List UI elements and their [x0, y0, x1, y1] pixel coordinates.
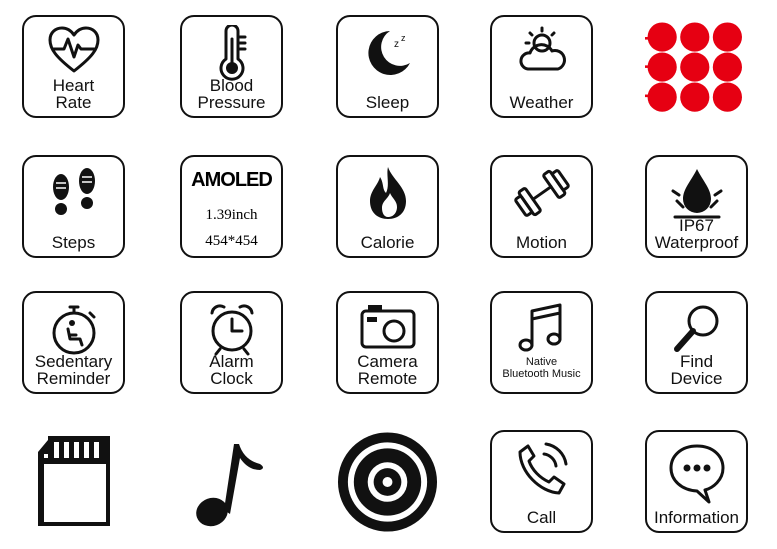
alarm-clock-icon [182, 301, 281, 357]
feature-tile: Find Device [645, 291, 748, 394]
amoled-size: 1.39inch [205, 207, 258, 223]
tile-label: Motion [515, 233, 568, 252]
tile-label: Heart Rate [52, 76, 95, 112]
tile-label: Information [653, 508, 740, 527]
feature-tile: Motion [490, 155, 593, 258]
water-drop-icon [647, 165, 746, 221]
watermark-logo [645, 15, 748, 118]
dumbbell-icon [492, 165, 591, 221]
feature-tile: z z Sleep [336, 15, 439, 118]
amoled-title: AMOLED [191, 169, 273, 191]
moon-sleep-icon: zz [338, 25, 437, 81]
tile-label: Find Device [670, 352, 723, 388]
svg-text:z: z [394, 39, 399, 50]
feature-tile: Camera Remote [336, 291, 439, 394]
tile-label: Native Bluetooth Music [502, 356, 581, 380]
stopwatch-seat-icon [24, 301, 123, 357]
vinyl-disc-icon [336, 430, 439, 533]
tile-label: Weather [509, 93, 574, 112]
tile-label: Alarm Clock [209, 352, 254, 388]
watermark-logo [645, 15, 748, 118]
music-notes-icon [492, 301, 591, 357]
feature-tile: IP67 Waterproof [645, 155, 748, 258]
feature-tile: AMOLED 1.39inch 454*454 [180, 155, 283, 258]
magnifier-icon [647, 301, 746, 357]
feature-tile: Calorie [336, 155, 439, 258]
feature-tile: Information [645, 430, 748, 533]
feature-tile: Native Bluetooth Music [490, 291, 593, 394]
heart-rate-icon [24, 25, 123, 81]
weather-icon [492, 25, 591, 81]
feature-tile: Sedentary Reminder [22, 291, 125, 394]
feature-tile: Alarm Clock [180, 291, 283, 394]
tile-label: Calorie [360, 233, 415, 252]
feature-tile: Call [490, 430, 593, 533]
tile-label: Sleep [365, 93, 410, 112]
feature-tile: Heart Rate [22, 15, 125, 118]
svg-text:z: z [401, 33, 406, 43]
tile-label: Camera Remote [357, 352, 418, 388]
amoled-resolution: 454*454 [205, 233, 258, 249]
thermometer-icon [182, 25, 281, 81]
tile-label: Call [526, 508, 557, 527]
feature-tile [22, 430, 125, 533]
tile-label: IP67 Waterproof [654, 216, 739, 252]
tile-label: Steps [51, 233, 96, 252]
footprints-icon [24, 165, 123, 221]
camera-icon [338, 301, 437, 357]
feature-tile [336, 430, 439, 533]
feature-tile: Blood Pressure [180, 15, 283, 118]
chat-bubble-icon [647, 440, 746, 504]
phone-call-icon [492, 440, 591, 496]
tile-label: Blood Pressure [197, 76, 266, 112]
feature-tile [180, 430, 283, 533]
flame-icon [338, 165, 437, 221]
tile-label: Sedentary Reminder [34, 352, 113, 388]
music-note-icon [180, 430, 283, 533]
sd-card-icon [22, 430, 125, 533]
feature-tile: Weather [490, 15, 593, 118]
feature-tile: Steps [22, 155, 125, 258]
